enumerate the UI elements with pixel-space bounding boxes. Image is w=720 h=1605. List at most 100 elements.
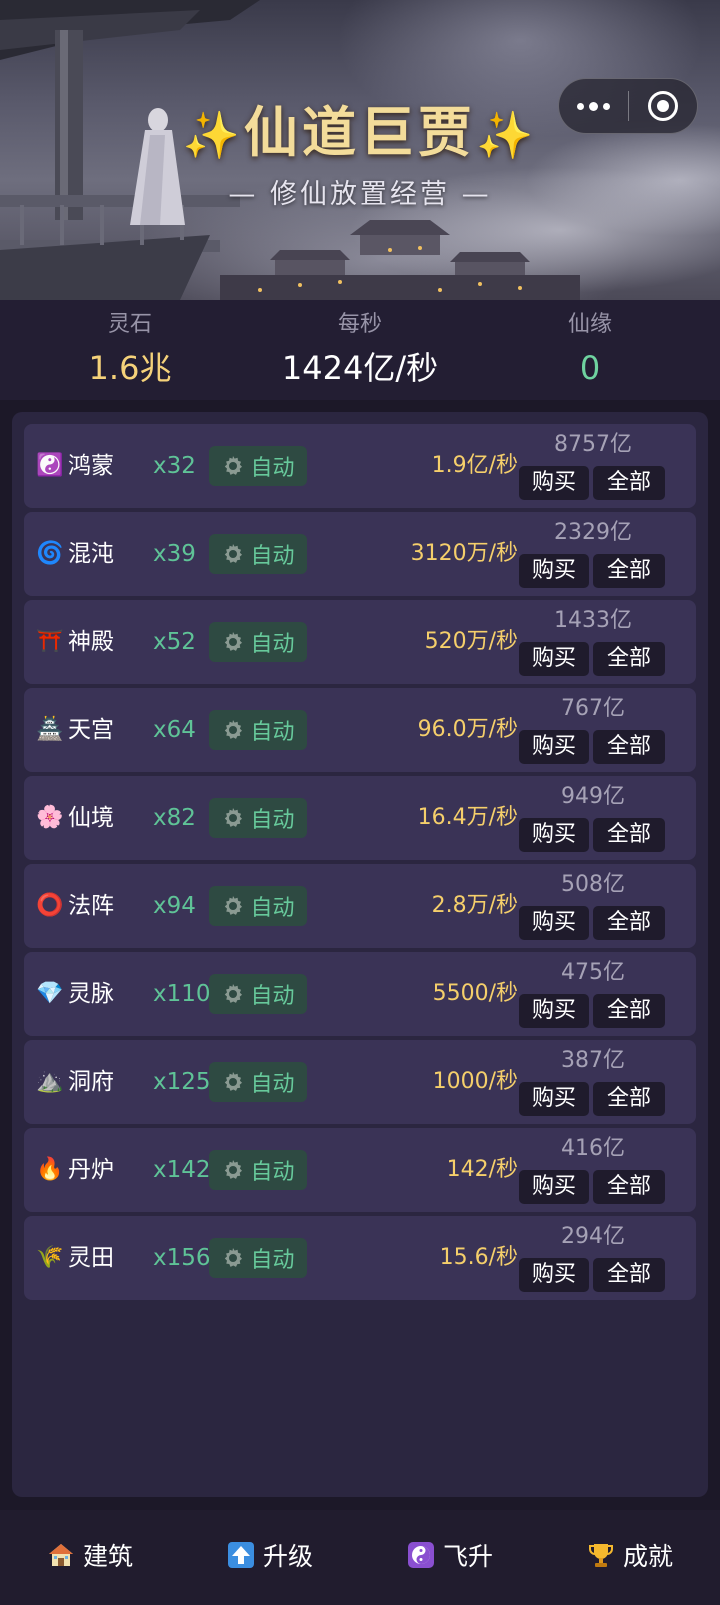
buy-button[interactable]: 购买 [519, 730, 589, 764]
buy-all-button[interactable]: 全部 [593, 1082, 665, 1116]
building-name: 丹炉 [68, 1157, 114, 1183]
nav-upgrade[interactable]: 升级 [180, 1510, 360, 1605]
production-rate: 1.9亿/秒 [431, 453, 518, 478]
cyclone-icon: 🌀 [36, 541, 64, 566]
building-row: 💎 灵脉 x110 自动 5500/秒 475亿 购买 全部 [24, 952, 696, 1036]
auto-toggle-button[interactable]: 自动 [209, 1062, 307, 1102]
building-row: 🌸 仙境 x82 自动 16.4万/秒 949亿 购买 全部 [24, 776, 696, 860]
buy-button[interactable]: 购买 [519, 466, 589, 500]
more-dots-icon[interactable] [559, 78, 628, 134]
buy-button[interactable]: 购买 [519, 906, 589, 940]
stat-immortal-fate: 仙缘 0 [460, 300, 720, 400]
building-cost: 8757亿 [554, 432, 632, 457]
auto-label: 自动 [250, 1160, 295, 1185]
building-count: x142 [153, 1157, 211, 1183]
auto-toggle-button[interactable]: 自动 [209, 622, 307, 662]
auto-label: 自动 [250, 808, 295, 833]
buy-all-button[interactable]: 全部 [593, 1258, 665, 1292]
miniprogram-close-icon[interactable] [629, 78, 697, 134]
nav-label: 升级 [262, 1541, 313, 1571]
auto-label: 自动 [250, 896, 295, 921]
gear-icon [225, 720, 243, 739]
buy-button[interactable]: 购买 [519, 554, 589, 588]
auto-toggle-button[interactable]: 自动 [209, 534, 307, 574]
gear-icon [225, 1248, 243, 1267]
auto-toggle-button[interactable]: 自动 [209, 710, 307, 750]
fire-icon: 🔥 [36, 1157, 64, 1182]
title-text: 仙道巨贾 [244, 100, 476, 164]
building-count: x110 [153, 981, 211, 1007]
gear-icon [225, 544, 243, 563]
building-row: 🌀 混沌 x39 自动 3120万/秒 2329亿 购买 全部 [24, 512, 696, 596]
building-name: 鸿蒙 [68, 453, 114, 479]
nav-ascend[interactable]: 飞升 [360, 1510, 540, 1605]
resource-stats: 灵石 1.6兆 每秒 1424亿/秒 仙缘 0 [0, 300, 720, 400]
gem-icon: 💎 [36, 981, 64, 1006]
buy-all-button[interactable]: 全部 [593, 730, 665, 764]
nav-label: 成就 [622, 1541, 673, 1571]
buy-all-button[interactable]: 全部 [593, 466, 665, 500]
nav-achievement[interactable]: 成就 [540, 1510, 720, 1605]
building-name: 灵田 [68, 1245, 114, 1271]
building-cost: 1433亿 [554, 608, 632, 633]
yin-yang-icon: ☯️ [36, 453, 64, 478]
nav-label: 建筑 [82, 1541, 133, 1571]
nav-building[interactable]: 建筑 [0, 1510, 180, 1605]
buy-button[interactable]: 购买 [519, 1258, 589, 1292]
blossom-icon: 🌸 [36, 805, 64, 830]
auto-toggle-button[interactable]: 自动 [209, 1150, 307, 1190]
stat-per-second: 每秒 1424亿/秒 [260, 300, 460, 400]
buy-all-button[interactable]: 全部 [593, 1170, 665, 1204]
gear-icon [225, 456, 243, 475]
buy-all-button[interactable]: 全部 [593, 642, 665, 676]
auto-toggle-button[interactable]: 自动 [209, 798, 307, 838]
stat-label: 灵石 [107, 312, 152, 337]
trophy-icon [588, 1543, 613, 1567]
buy-button[interactable]: 购买 [519, 1170, 589, 1204]
rice-icon: 🌾 [36, 1245, 64, 1270]
building-cost: 508亿 [561, 872, 625, 897]
building-count: x52 [153, 629, 196, 655]
auto-toggle-button[interactable]: 自动 [209, 1238, 307, 1278]
buy-all-button[interactable]: 全部 [593, 818, 665, 852]
buy-all-button[interactable]: 全部 [593, 994, 665, 1028]
building-name: 神殿 [68, 629, 114, 655]
building-list-panel: ☯️ 鸿蒙 x32 自动 1.9亿/秒 8757亿 购买 全部 🌀 混沌 x39 自动 3120万/秒 2… [12, 412, 708, 1497]
buy-button[interactable]: 购买 [519, 1082, 589, 1116]
auto-label: 自动 [250, 1072, 295, 1097]
production-rate: 1000/秒 [432, 1069, 518, 1094]
sparkle-icon: ✨ [182, 108, 244, 162]
production-rate: 520万/秒 [424, 629, 518, 654]
building-cost: 2329亿 [554, 520, 632, 545]
buy-button[interactable]: 购买 [519, 642, 589, 676]
production-rate: 15.6/秒 [439, 1245, 518, 1270]
production-rate: 2.8万/秒 [431, 893, 518, 918]
yin-yang-icon [407, 1541, 434, 1568]
buy-all-button[interactable]: 全部 [593, 554, 665, 588]
buy-all-button[interactable]: 全部 [593, 906, 665, 940]
building-count: x82 [153, 805, 196, 831]
gear-icon [225, 808, 243, 827]
auto-label: 自动 [250, 544, 295, 569]
building-count: x39 [153, 541, 196, 567]
auto-toggle-button[interactable]: 自动 [209, 886, 307, 926]
gear-icon [225, 632, 243, 651]
shrine-gate-icon: ⛩️ [36, 629, 64, 654]
buy-button[interactable]: 购买 [519, 994, 589, 1028]
auto-toggle-button[interactable]: 自动 [209, 446, 307, 486]
building-cost: 949亿 [561, 784, 625, 809]
auto-label: 自动 [250, 720, 295, 745]
auto-toggle-button[interactable]: 自动 [209, 974, 307, 1014]
auto-label: 自动 [250, 1248, 295, 1273]
stat-label: 每秒 [337, 312, 382, 337]
mountain-icon: ⛰️ [36, 1069, 64, 1094]
auto-label: 自动 [250, 984, 295, 1009]
buy-button[interactable]: 购买 [519, 818, 589, 852]
building-cost: 767亿 [561, 696, 625, 721]
house-icon [48, 1543, 73, 1566]
gear-icon [225, 1072, 243, 1091]
stat-label: 仙缘 [567, 312, 612, 337]
nav-label: 飞升 [442, 1541, 493, 1571]
building-name: 法阵 [68, 893, 114, 919]
building-row: 🔥 丹炉 x142 自动 142/秒 416亿 购买 全部 [24, 1128, 696, 1212]
